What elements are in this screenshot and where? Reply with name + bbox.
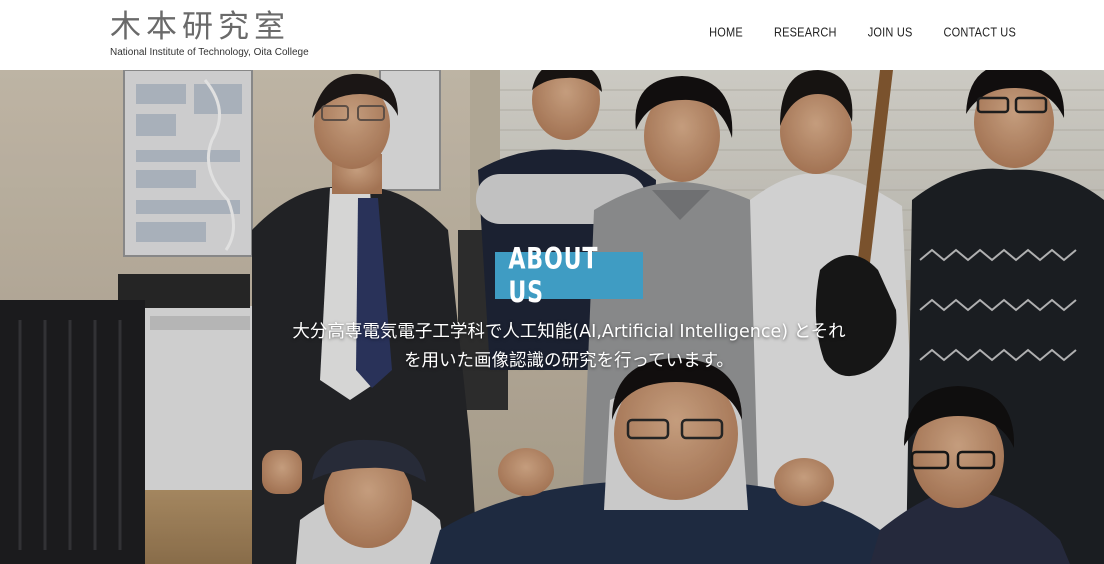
nav-research[interactable]: RESEARCH bbox=[774, 26, 837, 40]
site-header: 木本研究室 National Institute of Technology, … bbox=[0, 0, 1104, 70]
nav-home[interactable]: HOME bbox=[709, 26, 743, 40]
logo-japanese-title: 木本研究室 bbox=[110, 9, 290, 45]
about-us-heading: ABOUT US bbox=[495, 242, 643, 309]
hero-section: ABOUT US 大分高専電気電子工学科で人工知能(AI,Artificial … bbox=[0, 70, 1104, 564]
logo-english-subtitle: National Institute of Technology, Oita C… bbox=[110, 47, 309, 58]
nav-join-us[interactable]: JOIN US bbox=[868, 26, 913, 40]
about-us-heading-text: ABOUT US bbox=[508, 242, 599, 309]
hero-description: 大分高専電気電子工学科で人工知能(AI,Artificial Intellige… bbox=[292, 322, 846, 371]
site-logo[interactable]: 木本研究室 National Institute of Technology, … bbox=[110, 8, 309, 60]
nav-contact-us[interactable]: CONTACT US bbox=[944, 26, 1017, 40]
main-nav: HOME RESEARCH JOIN US CONTACT US bbox=[709, 26, 1017, 40]
hero-overlay: ABOUT US 大分高専電気電子工学科で人工知能(AI,Artificial … bbox=[0, 70, 1104, 564]
